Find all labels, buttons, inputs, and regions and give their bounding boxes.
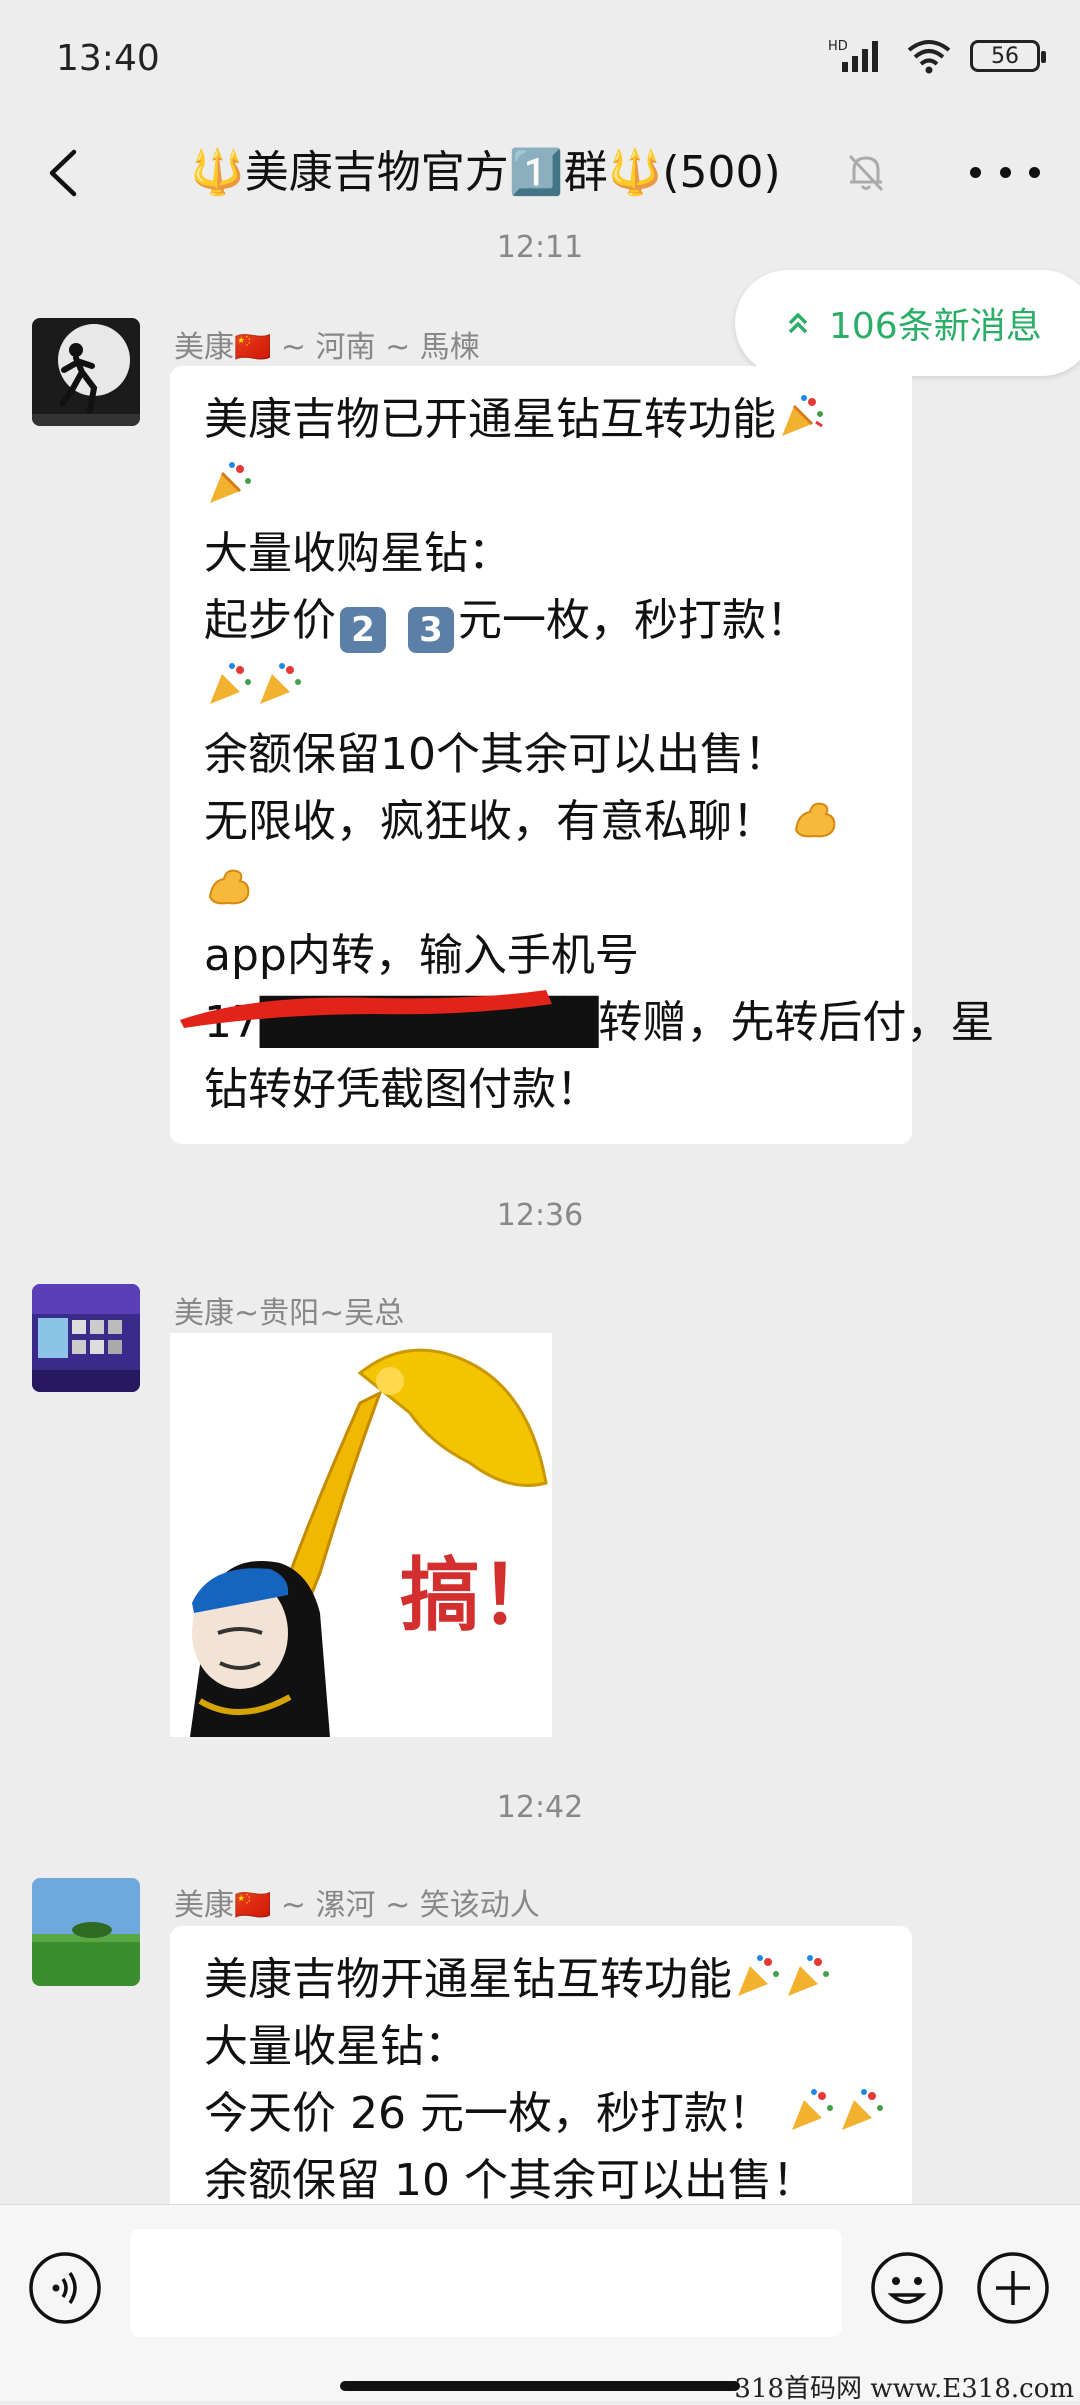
muscle-arm-icon — [794, 802, 836, 838]
message-timestamp: 12:42 — [496, 1790, 584, 1825]
message-line: app内转，输入手机号 — [204, 930, 639, 981]
battery-icon: 56 — [970, 40, 1046, 72]
message-input[interactable] — [130, 2229, 842, 2337]
chat-title: 🔱美康吉物官方1️⃣群🔱(500) — [190, 147, 781, 198]
message-timestamp: 12:36 — [496, 1198, 584, 1233]
avatar[interactable] — [32, 1284, 140, 1392]
keycap-digit: 3 — [408, 607, 454, 653]
party-popper-icon — [788, 1955, 829, 1996]
voice-input-icon[interactable] — [28, 2251, 102, 2325]
landscape-avatar-image — [32, 1878, 140, 1986]
status-time: 13:40 — [56, 38, 160, 79]
sender-name: 美康~贵阳~吴总 — [174, 1296, 405, 1331]
muscle-arm-icon — [208, 869, 250, 905]
party-popper-icon — [782, 395, 823, 436]
avatar[interactable] — [32, 318, 140, 426]
wifi-icon — [907, 40, 951, 74]
watermark: 318首码网 www.E318.com — [734, 2374, 1074, 2404]
message-bubble[interactable]: 美康吉物开通星钻互转功能 大量收星钻： 今天价 26 元一枚，秒打款！ 余额保留… — [170, 1926, 912, 2226]
status-icons: HD 56 — [828, 38, 1046, 74]
message-line — [204, 855, 878, 922]
emoji-icon[interactable] — [870, 2251, 944, 2325]
add-attachment-icon[interactable] — [976, 2251, 1050, 2325]
sender-name: 美康🇨🇳 ~ 漯河 ~ 笑该动人 — [174, 1888, 540, 1923]
message-line: 无限收，疯狂收，有意私聊！ — [204, 788, 878, 855]
home-indicator — [340, 2381, 740, 2391]
avatar[interactable] — [32, 1878, 140, 1986]
back-arrow-icon[interactable] — [30, 138, 100, 208]
party-popper-icon — [841, 2089, 883, 2130]
svg-text:HD: HD — [828, 39, 848, 54]
muted-bell-icon — [848, 154, 884, 192]
poster-avatar-image — [32, 1284, 140, 1392]
message-line: 大量收星钻： — [204, 2021, 468, 2072]
sender-name: 美康🇨🇳 ~ 河南 ~ 馬楝 — [174, 330, 480, 365]
message-line — [204, 453, 878, 520]
party-popper-icon — [738, 1955, 779, 1996]
message-line: 余额保留10个其余可以出售！ — [204, 729, 788, 780]
party-popper-icon — [260, 663, 301, 704]
more-options-button[interactable] — [970, 152, 1040, 192]
message-timestamp: 12:11 — [496, 230, 584, 265]
party-popper-icon — [791, 2089, 833, 2130]
new-messages-label: 106条新消息 — [829, 306, 1042, 347]
signal-icon: HD — [828, 39, 878, 72]
new-messages-button[interactable]: 106条新消息 — [735, 270, 1080, 376]
status-bar: 13:40 HD 56 — [0, 0, 1080, 120]
message-line: 大量收购星钻： — [204, 528, 512, 579]
message-line: 美康吉物已开通星钻互转功能 — [204, 386, 878, 453]
runner-avatar-image — [32, 318, 140, 426]
message-line: 美康吉物开通星钻互转功能 — [204, 1946, 878, 2013]
double-chevron-up-icon — [788, 312, 808, 334]
message-line: 今天价 26 元一枚，秒打款！ — [204, 2080, 883, 2147]
party-popper-icon — [210, 462, 251, 503]
redaction-scribble — [180, 990, 552, 1028]
chat-header: 🔱美康吉物官方1️⃣群🔱(500) — [0, 120, 1080, 230]
sticker-image[interactable]: 搞！ — [170, 1333, 560, 1737]
keycap-digit: 2 — [340, 607, 386, 653]
golden-axe-meme-image: 搞！ — [170, 1333, 560, 1737]
message-line: 钻转好凭截图付款！ — [204, 1064, 600, 1115]
party-popper-icon — [210, 663, 251, 704]
message-line — [204, 654, 878, 721]
message-line: 起步价 2 3 元一枚，秒打款！ — [204, 587, 878, 654]
svg-text:搞！: 搞！ — [400, 1549, 552, 1642]
